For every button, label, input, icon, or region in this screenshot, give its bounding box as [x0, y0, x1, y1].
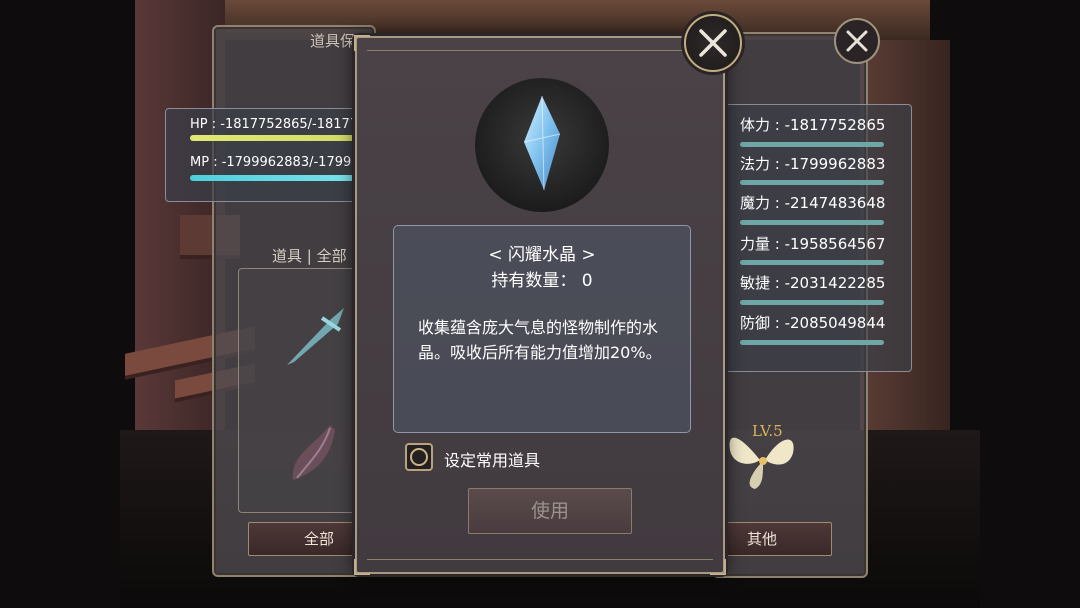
stat-bar [740, 260, 884, 265]
favorite-checkbox-label[interactable]: 设定常用道具 [444, 447, 540, 471]
stat-agility: 敏捷 : -2031422285 [740, 274, 886, 292]
crystal-icon [523, 95, 561, 191]
claw-item-icon[interactable] [285, 420, 350, 490]
favorite-checkbox[interactable] [405, 443, 433, 471]
stat-bar [740, 142, 884, 147]
divider [367, 50, 713, 51]
frame-corner [354, 559, 370, 575]
item-count: 持有数量： 0 [491, 271, 593, 291]
item-name: < 闪耀水晶 > [488, 245, 596, 265]
item-level: LV.5 [752, 422, 783, 440]
divider [367, 559, 713, 560]
stat-bar [740, 340, 884, 345]
stat-strength: 力量 : -1958564567 [740, 235, 886, 253]
sword-item-icon[interactable] [282, 300, 352, 370]
hp-mp-box: HP : -1817752865/-1817752865 MP : -17999… [165, 108, 500, 202]
stat-defense: 防御 : -2085049844 [740, 314, 886, 332]
stat-bar [740, 220, 884, 225]
close-icon[interactable] [834, 18, 880, 64]
stat-magic: 魔力 : -2147483648 [740, 194, 886, 212]
stat-bar [740, 180, 884, 185]
item-description: 收集蕴含庞大气息的怪物制作的水晶。吸收后所有能力值增加20%。 [418, 318, 662, 362]
use-button[interactable]: 使用 [468, 488, 632, 534]
stat-bar [740, 300, 884, 305]
category-label[interactable]: 道具 | 全部 [272, 245, 347, 266]
frame-corner [710, 559, 726, 575]
close-icon[interactable] [684, 14, 742, 72]
frame-corner [354, 35, 370, 51]
stat-stamina: 体力 : -1817752865 [740, 116, 886, 134]
stat-mana: 法力 : -1799962883 [740, 155, 886, 173]
